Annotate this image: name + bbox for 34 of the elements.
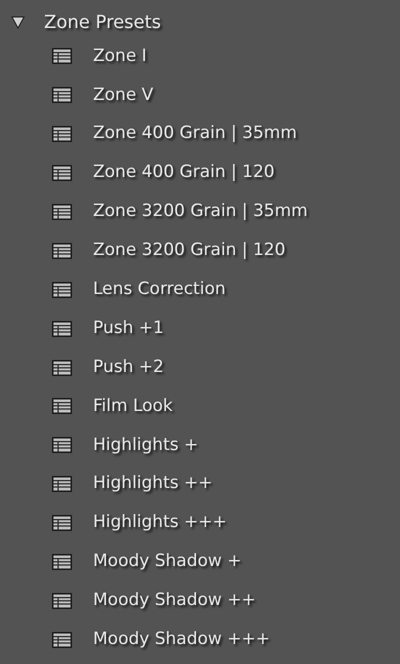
preset-icon bbox=[51, 47, 73, 66]
preset-icon bbox=[51, 164, 73, 182]
collapse-triangle-icon[interactable] bbox=[11, 15, 25, 29]
preset-icon bbox=[51, 86, 73, 104]
preset-icon bbox=[51, 553, 73, 572]
preset-name[interactable]: Zone I bbox=[93, 44, 147, 70]
preset-icon bbox=[51, 203, 73, 221]
preset-name[interactable]: Zone 400 Grain | 120 bbox=[93, 160, 275, 186]
preset-name[interactable]: Highlights +++ bbox=[93, 510, 227, 536]
preset-name[interactable]: Zone V bbox=[93, 82, 154, 108]
preset-name[interactable]: Push +2 bbox=[93, 354, 164, 380]
preset-name[interactable]: Film Look bbox=[93, 394, 173, 420]
preset-icon bbox=[51, 436, 73, 454]
preset-name[interactable]: Zone 3200 Grain | 120 bbox=[93, 238, 286, 264]
preset-name[interactable]: Moody Shadow +++ bbox=[93, 627, 270, 653]
preset-icon bbox=[51, 358, 73, 377]
preset-icon bbox=[51, 630, 73, 649]
folder-title[interactable]: Zone Presets bbox=[44, 8, 162, 36]
preset-icon bbox=[51, 280, 73, 299]
preset-name[interactable]: Zone 3200 Grain | 35mm bbox=[93, 199, 308, 225]
preset-name[interactable]: Highlights + bbox=[93, 432, 198, 458]
preset-icon bbox=[51, 397, 73, 416]
preset-name[interactable]: Lens Correction bbox=[93, 277, 226, 303]
preset-icon bbox=[51, 592, 73, 610]
preset-name[interactable]: Moody Shadow ++ bbox=[93, 588, 256, 614]
preset-name[interactable]: Push +1 bbox=[93, 316, 164, 342]
preset-icon bbox=[51, 514, 73, 532]
preset-icon bbox=[51, 475, 73, 494]
preset-name[interactable]: Moody Shadow + bbox=[93, 549, 242, 575]
preset-name[interactable]: Zone 400 Grain | 35mm bbox=[93, 121, 297, 147]
preset-name[interactable]: Highlights ++ bbox=[93, 471, 212, 497]
preset-icon bbox=[51, 242, 73, 260]
preset-icon bbox=[51, 125, 73, 144]
preset-icon bbox=[51, 320, 73, 338]
